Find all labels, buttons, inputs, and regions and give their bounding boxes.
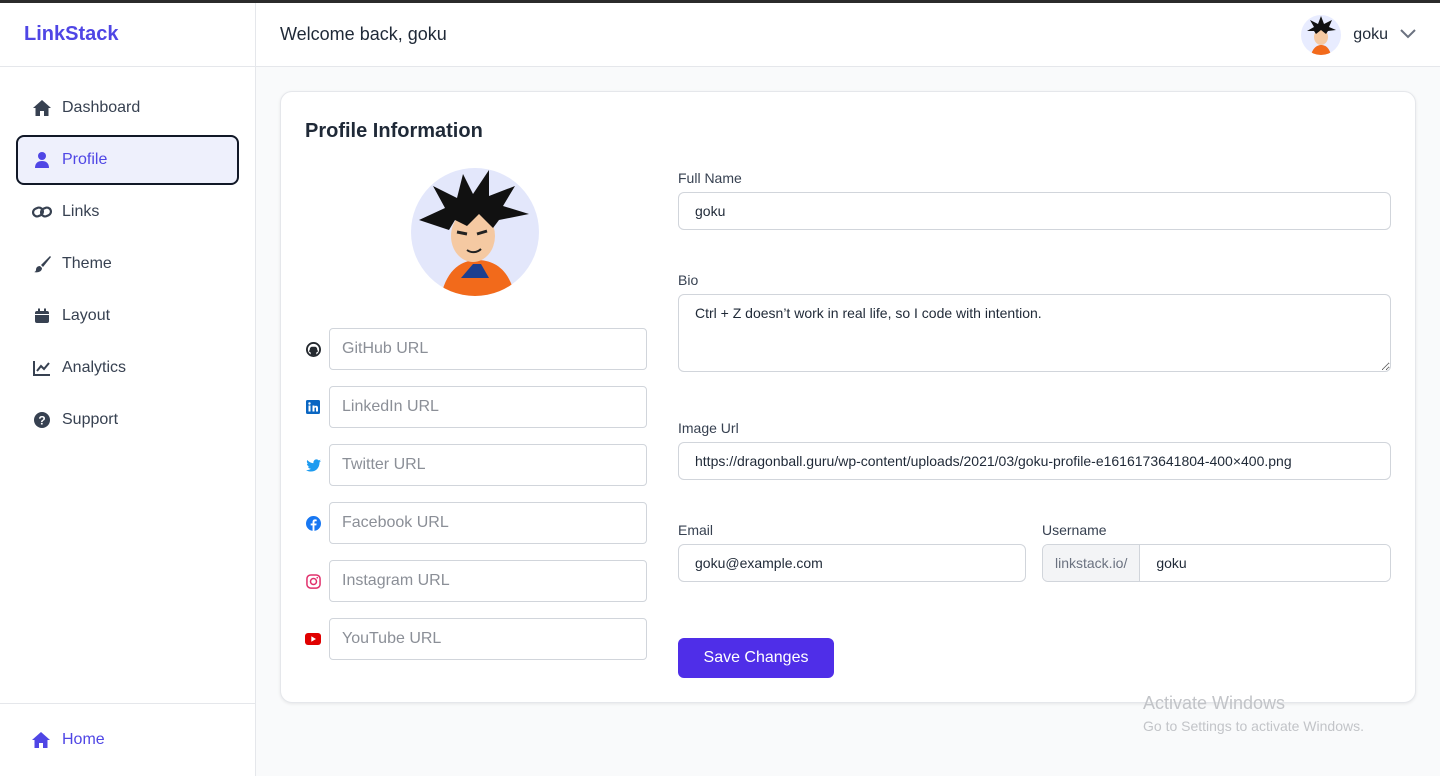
github-row	[305, 328, 647, 370]
twitter-row	[305, 444, 647, 486]
top-header: Welcome back, goku goku	[256, 3, 1440, 67]
home-icon	[32, 98, 52, 118]
sidebar-item-label: Analytics	[62, 359, 127, 376]
layout-icon	[32, 306, 52, 326]
user-icon	[32, 150, 52, 170]
profile-card: Profile Information GitHub URL LinkedIn …	[280, 91, 1416, 703]
email-field[interactable]	[678, 544, 1026, 582]
full-name-label: Full Name	[678, 170, 742, 186]
chart-icon	[32, 358, 52, 378]
sidebar-item-label: Profile	[62, 151, 108, 168]
facebook-row	[305, 502, 647, 544]
profile-avatar	[411, 168, 539, 296]
email-label: Email	[678, 522, 714, 538]
user-menu[interactable]: goku	[1301, 14, 1416, 55]
svg-text:?: ?	[38, 414, 45, 428]
sidebar-item-support[interactable]: ? Support	[16, 395, 239, 445]
sidebar-item-label: Layout	[62, 307, 111, 324]
youtube-row	[305, 618, 647, 660]
sidebar-item-label: Links	[62, 203, 100, 220]
instagram-url-input[interactable]	[329, 560, 647, 602]
home-icon	[32, 730, 52, 750]
chevron-down-icon[interactable]	[1400, 26, 1416, 44]
sidebar-item-label: Dashboard	[62, 99, 141, 116]
full-name-field[interactable]	[678, 192, 1391, 230]
user-name: goku	[1353, 25, 1388, 43]
twitter-url-input[interactable]	[329, 444, 647, 486]
sidebar-item-links[interactable]: Links	[16, 187, 239, 237]
youtube-url-input[interactable]	[329, 618, 647, 660]
watermark-title: Activate Windows	[1143, 693, 1286, 713]
image-url-label: Image Url	[678, 420, 739, 436]
sidebar-nav: Dashboard Profile Links Theme Layout Ana…	[0, 67, 255, 445]
avatar[interactable]	[1301, 14, 1342, 55]
sidebar-item-dashboard[interactable]: Dashboard	[16, 83, 239, 133]
instagram-row	[305, 560, 647, 602]
sidebar-item-label: Theme	[62, 255, 112, 272]
youtube-icon	[305, 631, 321, 647]
welcome-message: Welcome back, goku	[280, 24, 447, 44]
twitter-icon	[305, 457, 321, 473]
linkedin-row	[305, 386, 647, 428]
github-icon	[305, 341, 321, 357]
page-title: Profile Information	[305, 120, 483, 142]
bio-textarea[interactable]: Ctrl + Z doesn’t work in real life, so I…	[678, 294, 1391, 372]
sidebar-home-label: Home	[62, 731, 105, 748]
github-url-input[interactable]	[329, 328, 647, 370]
username-label: Username	[1042, 522, 1107, 538]
sidebar: LinkStack Dashboard Profile Links Theme	[0, 3, 256, 776]
linkedin-icon	[305, 399, 321, 415]
username-field[interactable]	[1140, 545, 1390, 581]
linkedin-url-input[interactable]	[329, 386, 647, 428]
username-input-group: linkstack.io/	[1042, 544, 1391, 582]
brush-icon	[32, 254, 52, 274]
instagram-icon	[305, 573, 321, 589]
facebook-url-input[interactable]	[329, 502, 647, 544]
sidebar-item-analytics[interactable]: Analytics	[16, 343, 239, 393]
facebook-icon	[305, 515, 321, 531]
username-prefix: linkstack.io/	[1043, 545, 1141, 581]
sidebar-item-label: Support	[62, 411, 119, 428]
bio-label: Bio	[678, 272, 699, 288]
windows-activation-watermark: Activate Windows Go to Settings to activ…	[1143, 693, 1364, 734]
link-icon	[32, 202, 52, 222]
sidebar-home-link[interactable]: Home	[0, 703, 255, 776]
brand-logo[interactable]: LinkStack	[0, 3, 255, 67]
sidebar-item-profile[interactable]: Profile	[16, 135, 239, 185]
image-url-field[interactable]	[678, 442, 1391, 480]
watermark-subtitle: Go to Settings to activate Windows.	[1143, 718, 1364, 734]
sidebar-item-theme[interactable]: Theme	[16, 239, 239, 289]
question-icon: ?	[32, 410, 52, 430]
save-changes-button[interactable]: Save Changes	[678, 638, 834, 678]
sidebar-item-layout[interactable]: Layout	[16, 291, 239, 341]
